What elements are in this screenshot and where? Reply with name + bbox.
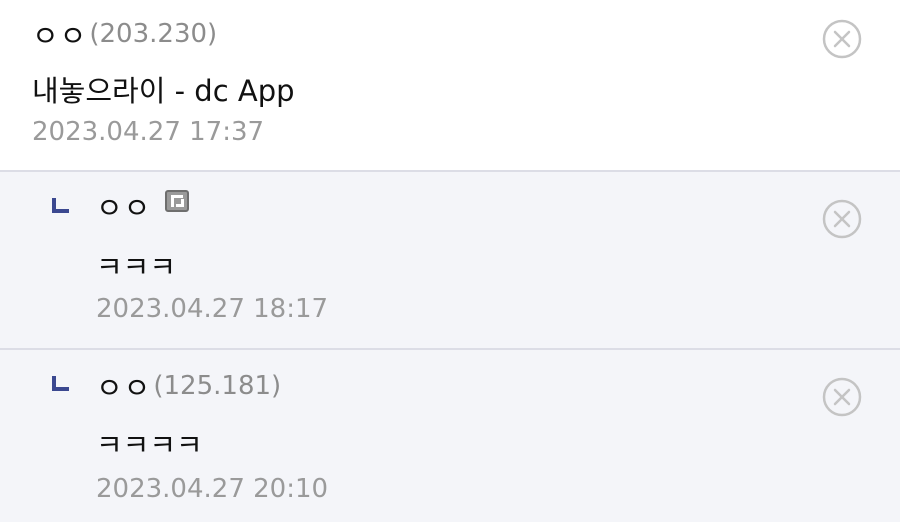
reply-date: 2023.04.27 20:10 bbox=[96, 474, 329, 504]
reply-arrow-icon bbox=[52, 376, 69, 391]
comment-item: ㅇㅇ (203.230) 내놓으라이 - dc App 2023.04.27 1… bbox=[0, 0, 900, 172]
reply-body: ㅋㅋㅋ bbox=[96, 250, 177, 284]
delete-reply-button[interactable] bbox=[822, 377, 862, 417]
reply-author: ㅇㅇ (125.181) bbox=[96, 366, 281, 406]
delete-reply-button[interactable] bbox=[822, 199, 862, 239]
comment-date: 2023.04.27 17:37 bbox=[32, 117, 265, 147]
comment-list: ㅇㅇ (203.230) 내놓으라이 - dc App 2023.04.27 1… bbox=[0, 0, 900, 522]
author-ip: (203.230) bbox=[89, 19, 218, 49]
circle-x-icon bbox=[822, 19, 862, 59]
author-nickname[interactable]: ㅇㅇ bbox=[96, 365, 151, 407]
reply-author: ㅇㅇ bbox=[96, 185, 190, 227]
author-ip: (125.181) bbox=[153, 371, 282, 401]
author-nickname[interactable]: ㅇㅇ bbox=[96, 185, 151, 227]
reply-arrow-icon bbox=[52, 198, 69, 213]
reply-item: ㅇㅇ (125.181) ㅋㅋㅋㅋ 2023.04.27 20:10 bbox=[0, 350, 900, 522]
reply-body: ㅋㅋㅋㅋ bbox=[96, 428, 203, 462]
reply-date: 2023.04.27 18:17 bbox=[96, 294, 329, 324]
comment-author: ㅇㅇ (203.230) bbox=[32, 14, 217, 54]
reply-item: ㅇㅇ ㅋㅋㅋ 2023.04.27 18:17 bbox=[0, 172, 900, 350]
circle-x-icon bbox=[822, 377, 862, 417]
circle-x-icon bbox=[822, 199, 862, 239]
comment-body: 내놓으라이 - dc App bbox=[32, 74, 295, 108]
fixed-nick-icon bbox=[165, 190, 190, 212]
delete-comment-button[interactable] bbox=[822, 19, 862, 59]
author-nickname[interactable]: ㅇㅇ bbox=[32, 13, 87, 55]
